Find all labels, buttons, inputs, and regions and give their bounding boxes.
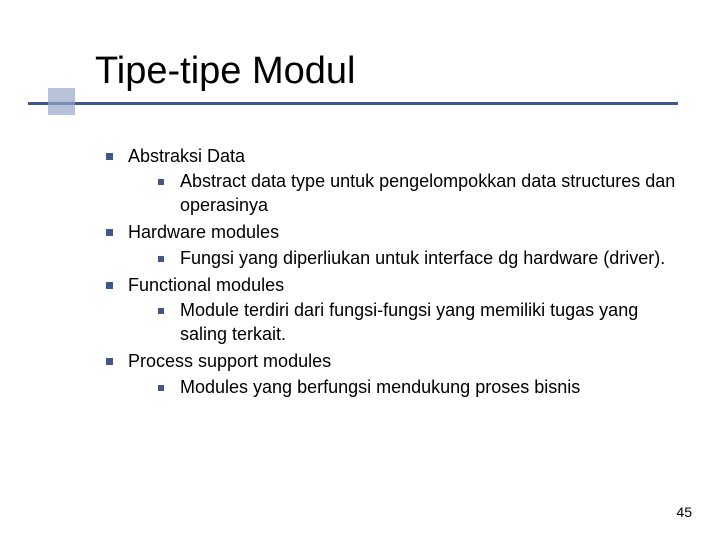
slide-title: Tipe-tipe Modul (95, 50, 356, 92)
list-item-label: Abstraksi Data (128, 146, 245, 166)
list-item: Abstraksi Data Abstract data type untuk … (100, 145, 680, 217)
page-number: 45 (676, 504, 692, 520)
list-item-label: Process support modules (128, 351, 331, 371)
list-item-label: Functional modules (128, 275, 284, 295)
list-item-label: Hardware modules (128, 222, 279, 242)
list-item: Hardware modules Fungsi yang diperliukan… (100, 221, 680, 270)
title-underline (28, 102, 678, 105)
list-item: Functional modules Module terdiri dari f… (100, 274, 680, 346)
list-subitem: Abstract data type untuk pengelompokkan … (150, 170, 680, 217)
list-subitem: Modules yang berfungsi mendukung proses … (150, 376, 680, 399)
list-item: Process support modules Modules yang ber… (100, 350, 680, 399)
list-subitem: Fungsi yang diperliukan untuk interface … (150, 247, 680, 270)
title-accent-box (48, 88, 75, 115)
list-subitem: Module terdiri dari fungsi-fungsi yang m… (150, 299, 680, 346)
